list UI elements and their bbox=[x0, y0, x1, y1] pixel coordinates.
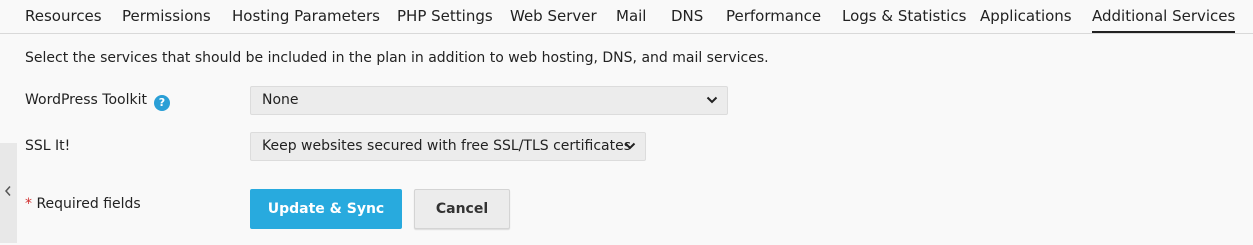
wordpress-toolkit-label-text: WordPress Toolkit bbox=[25, 92, 147, 108]
tab-php-settings[interactable]: PHP Settings bbox=[397, 0, 493, 33]
intro-text: Select the services that should be inclu… bbox=[25, 50, 769, 66]
tab-logs-statistics[interactable]: Logs & Statistics bbox=[842, 0, 966, 33]
help-icon[interactable]: ? bbox=[153, 95, 170, 111]
chevron-down-icon bbox=[706, 96, 718, 104]
tab-dns[interactable]: DNS bbox=[671, 0, 703, 33]
chevron-down-icon bbox=[624, 142, 636, 150]
tab-additional-services[interactable]: Additional Services bbox=[1092, 0, 1236, 33]
ssl-it-label: SSL It! bbox=[25, 138, 71, 154]
ssl-it-value: Keep websites secured with free SSL/TLS … bbox=[262, 138, 632, 154]
required-fields-note: * Required fields bbox=[25, 195, 141, 213]
tab-performance[interactable]: Performance bbox=[726, 0, 821, 33]
cancel-button[interactable]: Cancel bbox=[414, 189, 510, 229]
sidebar-collapse-toggle[interactable] bbox=[0, 143, 17, 243]
ssl-it-select[interactable]: Keep websites secured with free SSL/TLS … bbox=[250, 132, 646, 161]
wordpress-toolkit-label: WordPress Toolkit? bbox=[25, 90, 170, 111]
required-star: * bbox=[25, 196, 32, 212]
tab-permissions[interactable]: Permissions bbox=[122, 0, 211, 33]
tab-bar: Resources Permissions Hosting Parameters… bbox=[0, 0, 1253, 34]
wordpress-toolkit-value: None bbox=[262, 92, 299, 108]
tab-applications[interactable]: Applications bbox=[980, 0, 1072, 33]
update-sync-button[interactable]: Update & Sync bbox=[250, 189, 402, 229]
required-fields-text: Required fields bbox=[32, 196, 141, 212]
chevron-left-icon bbox=[4, 186, 11, 196]
wordpress-toolkit-select[interactable]: None bbox=[250, 86, 728, 115]
tab-web-server[interactable]: Web Server bbox=[510, 0, 597, 33]
tab-resources[interactable]: Resources bbox=[25, 0, 102, 33]
tab-mail[interactable]: Mail bbox=[616, 0, 646, 33]
tab-hosting-parameters[interactable]: Hosting Parameters bbox=[232, 0, 380, 33]
